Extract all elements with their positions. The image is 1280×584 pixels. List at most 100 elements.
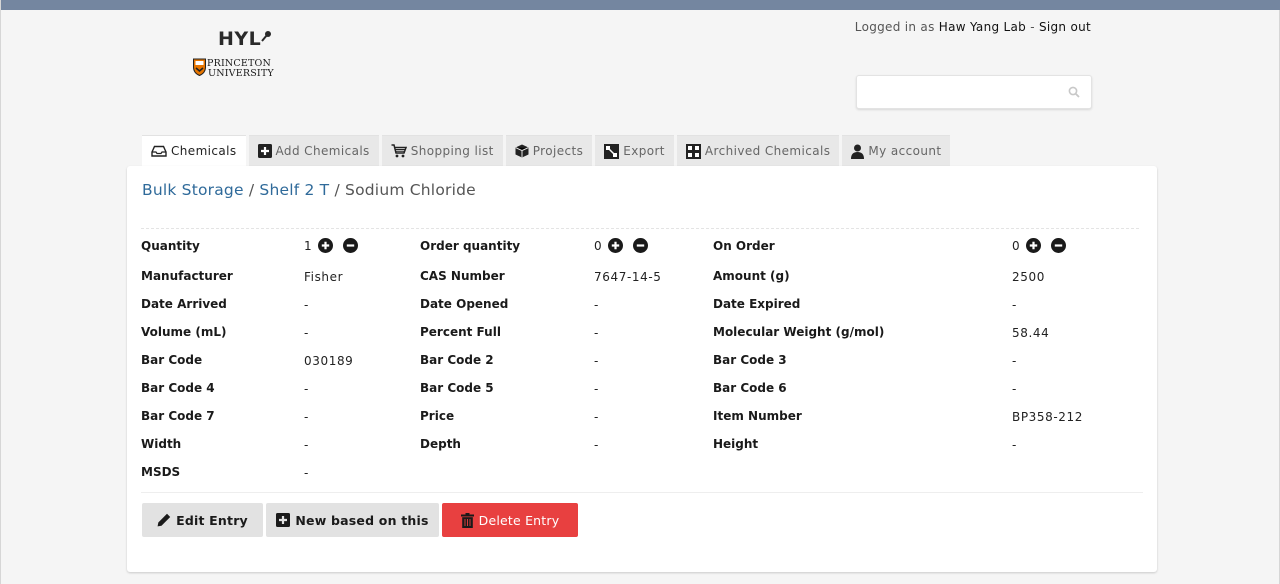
field-label-date-expired: Date Expired — [713, 297, 801, 311]
tab-label: My account — [868, 144, 942, 158]
breadcrumb-storage-link[interactable]: Bulk Storage — [142, 181, 244, 199]
field-label-price: Price — [420, 409, 455, 423]
field-value-bar-code-2: - — [594, 354, 599, 368]
increment-on-order-plus-icon[interactable] — [1026, 238, 1042, 253]
search-input[interactable] — [857, 76, 1057, 108]
field-value-text: - — [594, 410, 599, 424]
new-based-on-this-button[interactable]: New based on this — [266, 503, 439, 537]
tab-label: Projects — [532, 144, 584, 158]
field-value-bar-code-4: - — [304, 382, 309, 396]
field-value-date-arrived: - — [304, 298, 309, 312]
field-value-percent-full: - — [594, 326, 599, 340]
delete-entry-button[interactable]: Delete Entry — [442, 503, 578, 537]
field-label-bar-code-2: Bar Code 2 — [420, 353, 494, 367]
breadcrumb-shelf-link[interactable]: Shelf 2 T — [259, 181, 329, 199]
field-value-text: - — [594, 326, 599, 340]
new-based-label: New based on this — [295, 512, 429, 528]
breadcrumb-separator: / — [243, 181, 260, 199]
field-value-bar-code: 030189 — [304, 354, 353, 368]
field-label-molecular-weight-g-mol: Molecular Weight (g/mol) — [713, 325, 885, 339]
decrement-order-quantity-minus-icon[interactable] — [633, 238, 649, 253]
logo-institution: PRINCETON UNIVERSITY — [207, 59, 274, 79]
field-value-cas-number: 7647-14-5 — [594, 270, 662, 284]
tab-export[interactable]: Export — [595, 135, 674, 166]
main-tabs: Chemicals Add Chemicals Shopping list Pr… — [142, 135, 953, 166]
plus-square-icon — [257, 144, 272, 158]
login-prefix: Logged in as — [854, 20, 939, 34]
detail-panel: Bulk Storage / Shelf 2 T / Sodium Chlori… — [127, 166, 1157, 572]
field-label-manufacturer: Manufacturer — [141, 269, 233, 283]
tab-label: Shopping list — [410, 144, 494, 158]
field-value-bar-code-5: - — [594, 382, 599, 396]
field-value-volume-ml: - — [304, 326, 309, 340]
breadcrumb-separator: / — [329, 181, 346, 199]
tab-archived-chemicals[interactable]: Archived Chemicals — [676, 135, 840, 166]
field-value-item-number: BP358-212 — [1012, 410, 1083, 424]
field-label-depth: Depth — [420, 437, 461, 451]
user-name[interactable]: Haw Yang Lab — [939, 20, 1026, 34]
field-value-text: BP358-212 — [1012, 410, 1084, 424]
field-value-quantity: 1 — [304, 238, 359, 253]
field-value-text: 030189 — [304, 354, 354, 368]
field-value-text: - — [304, 466, 309, 480]
field-value-text: 0 — [594, 238, 603, 253]
edit-entry-button[interactable]: Edit Entry — [142, 503, 263, 537]
dashed-divider — [141, 228, 1139, 229]
delete-entry-label: Delete Entry — [478, 512, 560, 528]
login-separator: - — [1026, 20, 1039, 34]
pencil-icon — [157, 513, 171, 527]
field-value-text: - — [304, 298, 309, 312]
decrement-on-order-minus-icon[interactable] — [1051, 238, 1067, 253]
field-value-amount-g: 2500 — [1012, 270, 1045, 284]
field-value-price: - — [594, 410, 599, 424]
login-status: Logged in as Haw Yang Lab - Sign out — [855, 20, 1091, 34]
user-icon — [851, 144, 865, 159]
field-label-date-arrived: Date Arrived — [141, 297, 227, 311]
field-value-text: - — [594, 382, 599, 396]
field-label-msds: MSDS — [141, 465, 181, 479]
decrement-quantity-minus-icon[interactable] — [343, 238, 359, 253]
field-label-bar-code-3: Bar Code 3 — [713, 353, 787, 367]
field-value-text: - — [304, 382, 309, 396]
sign-out-link[interactable]: Sign out — [1039, 20, 1091, 34]
field-value-height: - — [1012, 438, 1017, 452]
tab-chemicals[interactable]: Chemicals — [142, 135, 246, 166]
field-label-item-number: Item Number — [713, 409, 802, 423]
field-value-text: 2500 — [1012, 270, 1045, 284]
top-bar — [1, 0, 1280, 10]
actions-divider — [141, 492, 1143, 493]
field-label-percent-full: Percent Full — [420, 325, 501, 339]
trash-icon — [460, 512, 474, 528]
field-label-order-quantity: Order quantity — [420, 239, 521, 253]
logo[interactable]: HYL PRINCETON UNIVERSITY — [191, 28, 293, 86]
tab-add-chemicals[interactable]: Add Chemicals — [248, 135, 379, 166]
tab-projects[interactable]: Projects — [505, 135, 593, 166]
field-value-text: 58.44 — [1012, 326, 1050, 340]
field-value-depth: - — [594, 438, 599, 452]
field-value-msds: - — [304, 466, 309, 480]
field-value-manufacturer: Fisher — [304, 270, 343, 284]
cube-icon — [515, 144, 529, 158]
tab-shopping-list[interactable]: Shopping list — [381, 135, 503, 166]
field-value-text: - — [594, 354, 599, 368]
field-value-date-expired: - — [1012, 298, 1017, 312]
search-icon[interactable] — [1068, 86, 1080, 98]
increment-quantity-plus-icon[interactable] — [318, 238, 334, 253]
tab-my-account[interactable]: My account — [842, 135, 951, 166]
logo-line2: UNIVERSITY — [208, 68, 274, 79]
field-value-text: - — [304, 438, 309, 452]
field-value-bar-code-6: - — [1012, 382, 1017, 396]
field-value-text: - — [1012, 382, 1017, 396]
princeton-shield-icon — [193, 58, 206, 76]
field-value-molecular-weight-g-mol: 58.44 — [1012, 326, 1049, 340]
field-value-text: Fisher — [304, 270, 344, 284]
increment-order-quantity-plus-icon[interactable] — [608, 238, 624, 253]
cart-icon — [391, 144, 407, 158]
field-label-bar-code-7: Bar Code 7 — [141, 409, 215, 423]
field-value-order-quantity: 0 — [594, 238, 649, 253]
field-label-on-order: On Order — [713, 239, 775, 253]
field-label-amount-g: Amount (g) — [713, 269, 790, 283]
search-box[interactable] — [856, 75, 1092, 109]
field-label-bar-code-4: Bar Code 4 — [141, 381, 215, 395]
field-value-text: - — [1012, 298, 1017, 312]
